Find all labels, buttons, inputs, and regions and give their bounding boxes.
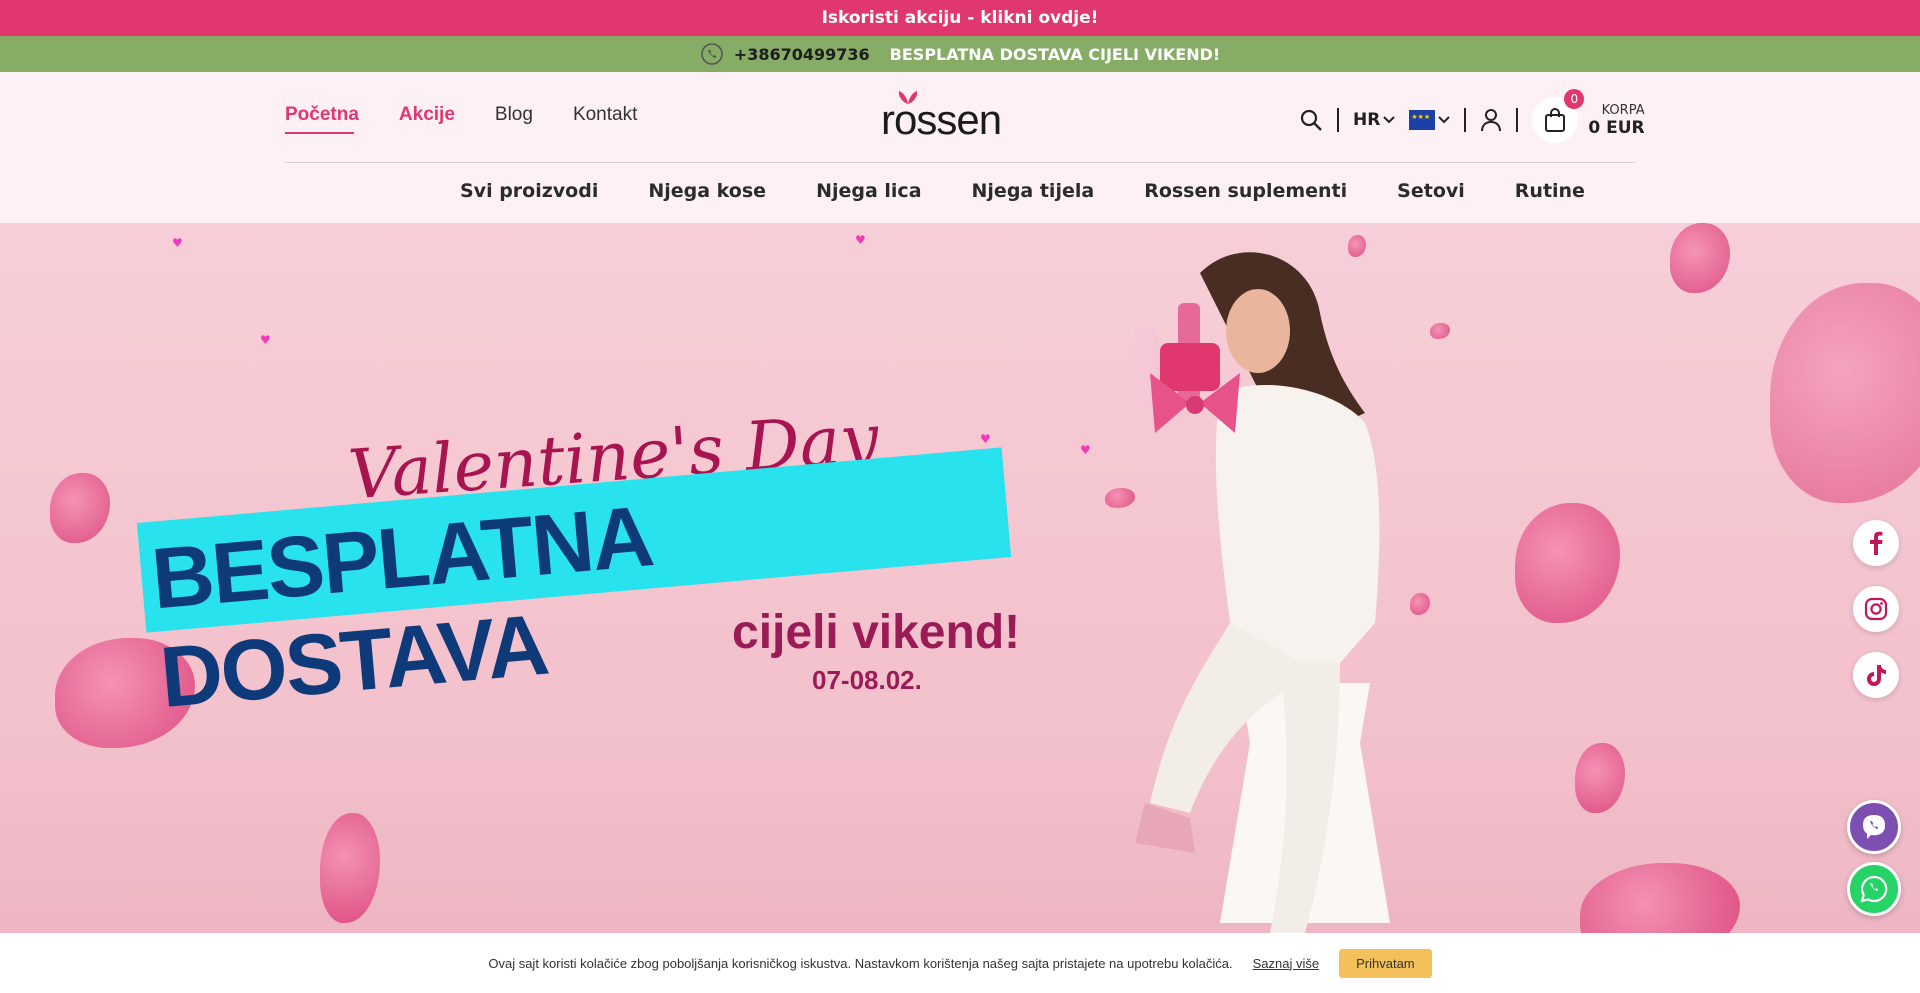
viber-icon — [700, 43, 723, 65]
chevron-down-icon — [1438, 116, 1451, 124]
instagram-button[interactable] — [1853, 586, 1899, 632]
cookie-learn-more-link[interactable]: Saznaj više — [1253, 956, 1319, 971]
info-bar: +38670499736 BESPLATNA DOSTAVA CIJELI VI… — [0, 36, 1920, 72]
heart-icon: ♥ — [260, 333, 271, 347]
logo[interactable]: rossen — [881, 90, 1011, 143]
chevron-down-icon — [1383, 116, 1396, 124]
category-body-care[interactable]: Njega tijela — [972, 180, 1095, 202]
rose-petal — [1515, 503, 1620, 623]
heart-icon: ♥ — [172, 236, 183, 250]
hero-model-image — [1135, 252, 1390, 935]
promo-text[interactable]: Iskoristi akciju - klikni ovdje! — [822, 8, 1099, 28]
header-tools: HR 0 KORPA 0 EUR — [1299, 89, 1645, 143]
rose-petal — [1770, 283, 1920, 503]
heart-icon: ♥ — [855, 233, 866, 247]
cookie-text: Ovaj sajt koristi kolačiće zbog poboljša… — [488, 955, 1233, 971]
category-routines[interactable]: Rutine — [1515, 180, 1585, 202]
category-all-products[interactable]: Svi proizvodi — [460, 180, 598, 202]
category-nav: Svi proizvodi Njega kose Njega lica Njeg… — [460, 180, 1585, 202]
site-header: Početna Akcije Blog Kontakt rossen HR ★★… — [0, 72, 1920, 223]
cookie-accept-button[interactable]: Prihvatam — [1339, 948, 1432, 978]
tiktok-button[interactable] — [1853, 652, 1899, 698]
category-sets[interactable]: Setovi — [1397, 180, 1465, 202]
currency-selector[interactable] — [1409, 110, 1451, 130]
viber-chat-button[interactable] — [1847, 800, 1901, 854]
category-face-care[interactable]: Njega lica — [816, 180, 921, 202]
cookie-banner: Ovaj sajt koristi kolačiće zbog poboljša… — [0, 933, 1920, 993]
phone-number[interactable]: +38670499736 — [734, 45, 870, 64]
header-divider — [285, 162, 1635, 163]
promo-bar[interactable]: Iskoristi akciju - klikni ovdje! — [0, 0, 1920, 36]
cart[interactable]: 0 KORPA 0 EUR — [1532, 89, 1645, 143]
category-hair-care[interactable]: Njega kose — [648, 180, 766, 202]
user-icon[interactable] — [1480, 108, 1502, 132]
nav-sales[interactable]: Akcije — [399, 104, 455, 126]
nav-blog[interactable]: Blog — [495, 104, 533, 126]
heart-icon: ♥ — [980, 432, 991, 446]
cart-label: KORPA — [1601, 102, 1645, 118]
cart-total: 0 EUR — [1588, 117, 1645, 138]
hero-banner[interactable]: ♥ ♥ ♥ ♥ ♥ ♥ ♥ ♥ Valentine's Day BESPLATN… — [0, 223, 1920, 935]
nav-home[interactable]: Početna — [285, 104, 359, 134]
whatsapp-icon — [1860, 875, 1888, 903]
free-shipping-text: BESPLATNA DOSTAVA CIJELI VIKEND! — [889, 44, 1221, 64]
facebook-button[interactable] — [1853, 520, 1899, 566]
cart-count-badge: 0 — [1564, 89, 1585, 109]
hero-dates: 07-08.02. — [812, 665, 922, 695]
language-code: HR — [1353, 110, 1381, 130]
nav-contact[interactable]: Kontakt — [573, 104, 637, 126]
viber-icon — [1863, 815, 1885, 839]
category-supplements[interactable]: Rossen suplementi — [1144, 180, 1347, 202]
cart-summary: KORPA 0 EUR — [1588, 103, 1644, 138]
search-icon[interactable] — [1299, 108, 1323, 132]
main-nav: Početna Akcije Blog Kontakt — [285, 104, 637, 134]
language-selector[interactable]: HR — [1353, 110, 1396, 130]
shopping-bag-icon — [1545, 108, 1566, 132]
tiktok-icon — [1867, 665, 1886, 686]
separator — [1464, 108, 1467, 132]
separator — [1337, 108, 1339, 132]
rose-petal — [1670, 223, 1730, 293]
eu-flag-icon — [1409, 110, 1436, 130]
logo-text: rossen — [881, 96, 1002, 143]
separator — [1516, 108, 1519, 132]
hero-subline: cijeli vikend! — [732, 606, 1021, 659]
rose-petal — [50, 473, 110, 543]
instagram-icon — [1864, 597, 1888, 621]
whatsapp-chat-button[interactable] — [1847, 862, 1901, 916]
phone-contact[interactable]: +38670499736 — [700, 42, 870, 66]
facebook-icon — [1870, 531, 1883, 555]
